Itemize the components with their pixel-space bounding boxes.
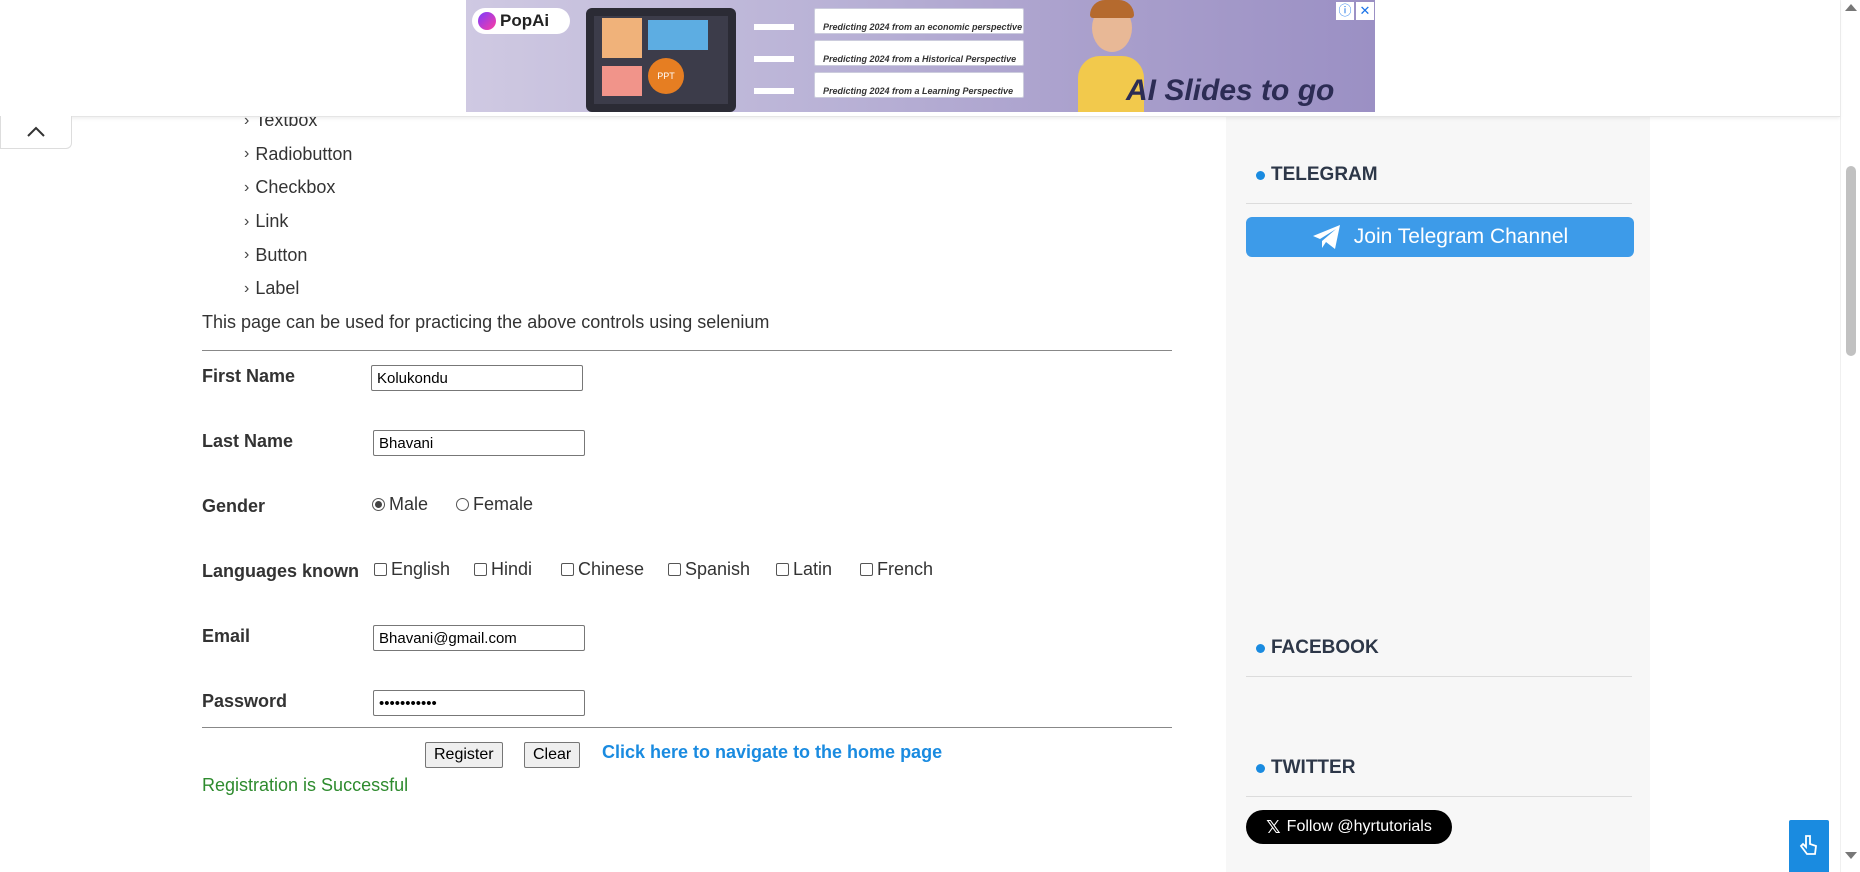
- ad-card: Predicting 2024 from an economic perspec…: [814, 8, 1024, 34]
- bullet-dot-icon: [1256, 170, 1265, 180]
- divider: [1246, 203, 1632, 204]
- chevron-right-icon: ›: [244, 279, 250, 297]
- language-spanish-option[interactable]: Spanish: [668, 559, 750, 580]
- chevron-right-icon: ›: [244, 178, 250, 196]
- ad-bar: PopAi PPT Predicting 2024 from an econom…: [0, 0, 1840, 117]
- last-name-label: Last Name: [202, 431, 294, 451]
- list-item: › Link: [244, 211, 289, 232]
- ad-card: Predicting 2024 from a Historical Perspe…: [814, 40, 1024, 66]
- arrow-left-icon: [754, 24, 794, 30]
- spanish-checkbox[interactable]: [668, 563, 681, 576]
- chinese-checkbox[interactable]: [561, 563, 574, 576]
- chevron-up-icon: [27, 126, 45, 137]
- language-latin-option[interactable]: Latin: [776, 559, 832, 580]
- pointer-hand-icon: [1799, 835, 1817, 855]
- ad-logo: PopAi: [472, 8, 570, 34]
- english-checkbox[interactable]: [374, 563, 387, 576]
- list-item: › Radiobutton: [244, 143, 353, 164]
- scroll-thumb[interactable]: [1846, 166, 1856, 356]
- first-name-label: First Name: [202, 366, 296, 386]
- register-button[interactable]: Register: [425, 742, 503, 768]
- list-item: › Button: [244, 244, 308, 265]
- hindi-checkbox[interactable]: [474, 563, 487, 576]
- scroll-up-icon[interactable]: [1845, 4, 1857, 11]
- floating-action-button[interactable]: [1789, 820, 1829, 872]
- languages-label: Languages known: [202, 561, 360, 581]
- french-checkbox[interactable]: [860, 563, 873, 576]
- email-label: Email: [202, 626, 251, 646]
- language-french-option[interactable]: French: [860, 559, 933, 580]
- telegram-icon: [1312, 225, 1340, 249]
- divider: [202, 350, 1172, 351]
- bullet-dot-icon: [1256, 763, 1265, 773]
- password-label: Password: [202, 691, 288, 711]
- ad-tagline: AI Slides to go: [1126, 74, 1335, 107]
- popai-logo-icon: [478, 12, 496, 30]
- language-chinese-option[interactable]: Chinese: [561, 559, 644, 580]
- arrow-left-icon: [754, 88, 794, 94]
- email-input[interactable]: [373, 625, 585, 651]
- main-content: › Textbox › Radiobutton › Checkbox › Link › B…: [0, 0, 1230, 872]
- list-item: › Label: [244, 278, 300, 299]
- info-icon[interactable]: ⓘ: [1336, 2, 1354, 20]
- male-radio[interactable]: [372, 498, 385, 511]
- close-icon[interactable]: ✕: [1356, 2, 1374, 20]
- ad-laptop-image: PPT: [586, 8, 736, 112]
- female-radio[interactable]: [456, 498, 469, 511]
- gender-label: Gender: [202, 496, 266, 516]
- collapse-ad-button[interactable]: [0, 116, 72, 149]
- first-name-input[interactable]: [371, 365, 583, 391]
- home-page-link[interactable]: Click here to navigate to the home page: [602, 742, 942, 763]
- ad-controls: ⓘ ✕: [1336, 2, 1374, 20]
- clear-button[interactable]: Clear: [524, 742, 581, 768]
- gender-male-option[interactable]: Male: [372, 494, 428, 515]
- last-name-input[interactable]: [373, 430, 585, 456]
- divider: [1246, 676, 1632, 677]
- sidebar: TELEGRAM Join Telegram Channel FACEBOOK …: [1226, 116, 1650, 872]
- twitter-heading: TWITTER: [1256, 757, 1355, 779]
- chevron-right-icon: ›: [244, 246, 250, 264]
- arrow-left-icon: [754, 56, 794, 62]
- language-hindi-option[interactable]: Hindi: [474, 559, 532, 580]
- success-message: Registration is Successful: [202, 775, 409, 795]
- latin-checkbox[interactable]: [776, 563, 789, 576]
- intro-text: This page can be used for practicing the…: [202, 312, 770, 332]
- facebook-heading: FACEBOOK: [1256, 637, 1379, 659]
- bullet-dot-icon: [1256, 643, 1265, 653]
- scrollbar[interactable]: [1840, 0, 1860, 872]
- list-item: › Checkbox: [244, 177, 336, 198]
- chevron-right-icon: ›: [244, 212, 250, 230]
- gender-female-option[interactable]: Female: [456, 494, 533, 515]
- language-english-option[interactable]: English: [374, 559, 450, 580]
- password-input[interactable]: [373, 690, 585, 716]
- x-logo-icon: 𝕏: [1266, 816, 1281, 837]
- chevron-right-icon: ›: [244, 145, 250, 163]
- join-telegram-button[interactable]: Join Telegram Channel: [1246, 217, 1634, 257]
- scroll-down-icon[interactable]: [1845, 852, 1857, 859]
- ad-card: Predicting 2024 from a Learning Perspect…: [814, 72, 1024, 98]
- divider: [202, 727, 1172, 728]
- controls-list: › Textbox › Radiobutton › Checkbox › Link › B…: [244, 104, 352, 306]
- ad-banner[interactable]: PopAi PPT Predicting 2024 from an econom…: [466, 0, 1375, 112]
- follow-twitter-button[interactable]: 𝕏 Follow @hyrtutorials: [1246, 810, 1452, 844]
- divider: [1246, 796, 1632, 797]
- telegram-heading: TELEGRAM: [1256, 164, 1378, 186]
